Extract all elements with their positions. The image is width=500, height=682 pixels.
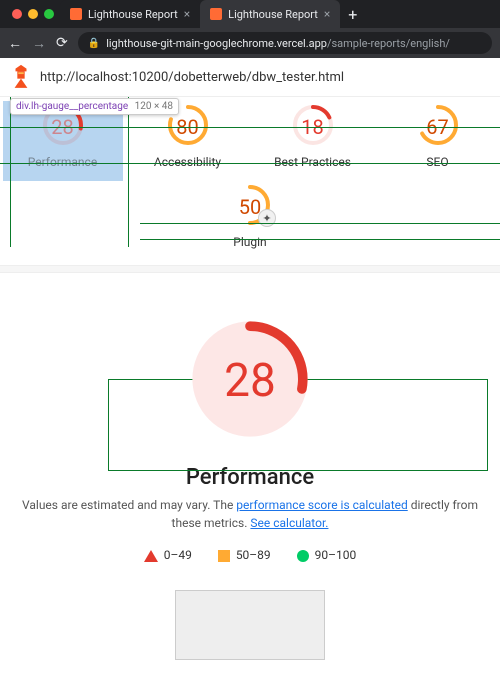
browser-chrome: Lighthouse Report × Lighthouse Report × …	[0, 0, 500, 58]
url-host: lighthouse-git-main-googlechrome.vercel.…	[106, 37, 327, 50]
tab-inactive[interactable]: Lighthouse Report ×	[60, 0, 200, 28]
square-icon	[218, 550, 230, 562]
link-score-calc[interactable]: performance score is calculated	[236, 498, 407, 512]
favicon-icon	[70, 8, 82, 20]
gauge-label: Performance	[3, 155, 123, 169]
big-gauge: 28	[190, 319, 310, 443]
legend-item-pass: 90–100	[297, 548, 357, 562]
lock-icon: 🔒	[88, 38, 100, 49]
new-tab-button[interactable]: +	[340, 5, 365, 24]
big-title: Performance	[10, 465, 490, 490]
performance-section: 28 Performance	[0, 273, 500, 490]
tab-title: Lighthouse Report	[88, 8, 178, 21]
address-bar: ← → ⟳ 🔒 lighthouse-git-main-googlechrome…	[0, 28, 500, 58]
gauge-best-practices[interactable]: 18 Best Practices	[253, 101, 373, 181]
tab-strip: Lighthouse Report × Lighthouse Report × …	[0, 0, 500, 28]
gauge-score: 28	[51, 115, 73, 139]
gauge-seo[interactable]: 67 SEO	[378, 101, 498, 181]
lighthouse-logo-icon	[10, 64, 32, 90]
forward-button[interactable]: →	[32, 35, 46, 52]
score-legend: 0–49 50–89 90–100	[0, 532, 500, 572]
tooltip-selector: div.lh-gauge__percentage	[16, 101, 128, 112]
big-score: 28	[224, 354, 276, 408]
tab-title: Lighthouse Report	[228, 8, 318, 21]
favicon-icon	[210, 8, 222, 20]
report-url: http://localhost:10200/dobetterweb/dbw_t…	[40, 70, 344, 85]
tab-close-icon[interactable]: ×	[324, 7, 330, 21]
reload-button[interactable]: ⟳	[56, 35, 68, 51]
triangle-icon	[144, 550, 158, 562]
desc-text: Values are estimated and may vary. The	[22, 498, 236, 512]
gauges-row: div.lh-gauge__percentage 120 × 48 28 Perf…	[0, 97, 500, 261]
link-see-calculator[interactable]: See calculator.	[250, 516, 328, 530]
report-header: http://localhost:10200/dobetterweb/dbw_t…	[0, 58, 500, 97]
gauge-score: 67	[426, 115, 448, 139]
window-maximize-icon[interactable]	[44, 9, 54, 19]
tooltip-dims: 120 × 48	[135, 101, 173, 112]
devtools-tooltip: div.lh-gauge__percentage 120 × 48	[10, 98, 179, 115]
gauge-label: Plugin	[190, 235, 310, 249]
page-content: http://localhost:10200/dobetterweb/dbw_t…	[0, 58, 500, 660]
description: Values are estimated and may vary. The p…	[0, 490, 500, 532]
legend-range: 50–89	[236, 548, 271, 562]
section-divider	[0, 265, 500, 273]
legend-range: 0–49	[164, 548, 192, 562]
gauge-label: SEO	[378, 155, 498, 169]
tab-active[interactable]: Lighthouse Report ×	[200, 0, 340, 28]
back-button[interactable]: ←	[8, 35, 22, 52]
tab-close-icon[interactable]: ×	[184, 7, 190, 21]
gauge-label: Best Practices	[253, 155, 373, 169]
metric-placeholder	[175, 590, 325, 660]
window-minimize-icon[interactable]	[28, 9, 38, 19]
url-input[interactable]: 🔒 lighthouse-git-main-googlechrome.verce…	[78, 32, 492, 54]
url-path: /sample-reports/english/	[327, 37, 450, 50]
circle-icon	[297, 550, 309, 562]
window-controls[interactable]	[6, 9, 60, 19]
plugin-puzzle-icon: ✦	[258, 209, 276, 227]
gauge-label: Accessibility	[128, 155, 248, 169]
gauge-score: 18	[301, 115, 323, 139]
legend-item-avg: 50–89	[218, 548, 271, 562]
legend-range: 90–100	[315, 548, 357, 562]
gauge-score: 80	[176, 115, 198, 139]
legend-item-fail: 0–49	[144, 548, 192, 562]
window-close-icon[interactable]	[12, 9, 22, 19]
gauge-plugin[interactable]: 50✦Plugin	[190, 181, 310, 261]
